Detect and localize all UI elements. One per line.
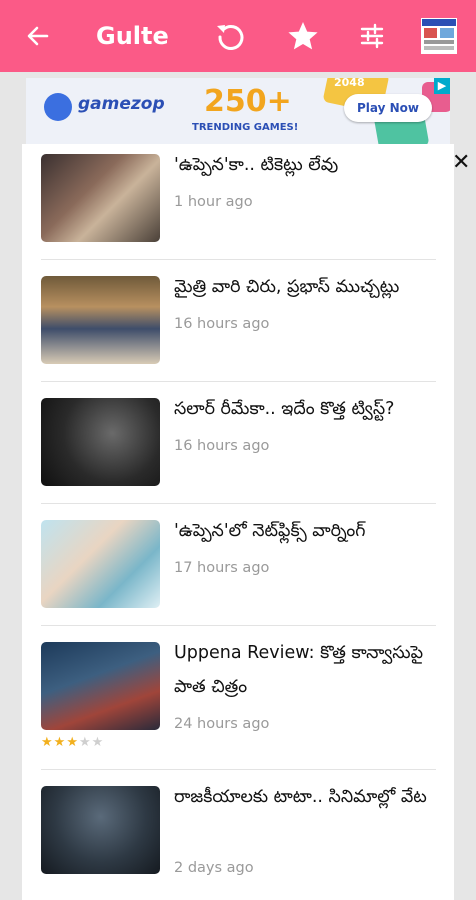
rating-stars: ★★★★★ bbox=[41, 736, 104, 750]
article-time: 16 hours ago bbox=[174, 316, 270, 332]
ad-headline: 250+ bbox=[204, 84, 292, 119]
article-headline: 'ఉప్పెన'కా.. టికెట్లు లేవు bbox=[174, 155, 339, 175]
ad-info-icon[interactable]: ▶ bbox=[434, 78, 450, 94]
ad-badge: 2048 bbox=[334, 78, 365, 89]
news-item[interactable]: మైత్రి వారి చిరు, ప్రభాస్ ముచ్చట్లు 16 h… bbox=[22, 264, 454, 386]
filter-icon bbox=[360, 23, 384, 49]
article-thumbnail bbox=[41, 276, 160, 364]
news-feed: 'ఉప్పెన'కా.. టికెట్లు లేవు 1 hour ago మై… bbox=[22, 144, 454, 900]
article-headline: Uppena Review: కొత్త కాన్వాసుపై పాత చిత్… bbox=[174, 643, 424, 697]
app-title: Gulte bbox=[96, 22, 169, 50]
back-button[interactable] bbox=[20, 18, 56, 54]
article-time: 1 hour ago bbox=[174, 194, 253, 210]
article-thumbnail bbox=[41, 786, 160, 874]
news-item[interactable]: సలార్ రీమేకా.. ఇదేం కొత్త ట్విస్ట్? 16 h… bbox=[22, 386, 454, 508]
news-item[interactable]: 'ఉప్పెన'లో నెట్‌ఫ్లిక్స్ వార్నింగ్ 17 ho… bbox=[22, 508, 454, 630]
news-thumbnail-icon bbox=[421, 18, 457, 54]
rating-star-filled: ★ bbox=[53, 735, 67, 750]
rating-star-empty: ★ bbox=[78, 735, 92, 750]
news-item[interactable]: ★★★★★ Uppena Review: కొత్త కాన్వాసుపై పా… bbox=[22, 630, 454, 774]
refresh-button[interactable] bbox=[212, 18, 248, 54]
article-time: 24 hours ago bbox=[174, 716, 270, 732]
article-thumbnail bbox=[41, 398, 160, 486]
article-thumbnail bbox=[41, 642, 160, 730]
news-edition-button[interactable] bbox=[420, 18, 458, 54]
article-headline: 'ఉప్పెన'లో నెట్‌ఫ్లిక్స్ వార్నింగ్ bbox=[174, 521, 366, 541]
refresh-icon bbox=[217, 25, 244, 50]
news-item[interactable]: 'ఉప్పెన'కా.. టికెట్లు లేవు 1 hour ago bbox=[22, 144, 454, 264]
news-item[interactable]: రాజకీయాలకు టాటా.. సినిమాల్లో వేట 2 days … bbox=[22, 774, 454, 900]
article-time: 17 hours ago bbox=[174, 560, 270, 576]
filter-button[interactable] bbox=[354, 18, 390, 54]
ad-banner[interactable]: 2048 gamezop 250+ TRENDING GAMES! Play N… bbox=[26, 78, 450, 144]
article-headline: సలార్ రీమేకా.. ఇదేం కొత్త ట్విస్ట్? bbox=[174, 399, 395, 419]
star-icon bbox=[288, 22, 318, 50]
favorite-button[interactable] bbox=[285, 18, 321, 54]
ad-brand: gamezop bbox=[78, 94, 165, 114]
app-toolbar: Gulte bbox=[0, 0, 476, 72]
ad-logo-icon bbox=[44, 93, 72, 121]
article-headline: రాజకీయాలకు టాటా.. సినిమాల్లో వేట bbox=[174, 787, 427, 807]
divider bbox=[41, 769, 436, 770]
rating-star-filled: ★ bbox=[41, 735, 54, 750]
article-headline: మైత్రి వారి చిరు, ప్రభాస్ ముచ్చట్లు bbox=[174, 277, 400, 297]
article-time: 16 hours ago bbox=[174, 438, 270, 454]
rating-star-filled: ★ bbox=[66, 735, 79, 750]
divider bbox=[41, 259, 436, 260]
divider bbox=[41, 503, 436, 504]
article-time: 2 days ago bbox=[174, 860, 254, 876]
rating-star-empty: ★ bbox=[91, 735, 105, 750]
ad-play-button[interactable]: Play Now bbox=[344, 94, 432, 122]
back-arrow-icon bbox=[27, 26, 49, 46]
article-thumbnail bbox=[41, 520, 160, 608]
article-thumbnail bbox=[41, 154, 160, 242]
ad-subtext: TRENDING GAMES! bbox=[192, 122, 299, 133]
close-icon[interactable]: ✕ bbox=[452, 152, 470, 174]
divider bbox=[41, 625, 436, 626]
divider bbox=[41, 381, 436, 382]
